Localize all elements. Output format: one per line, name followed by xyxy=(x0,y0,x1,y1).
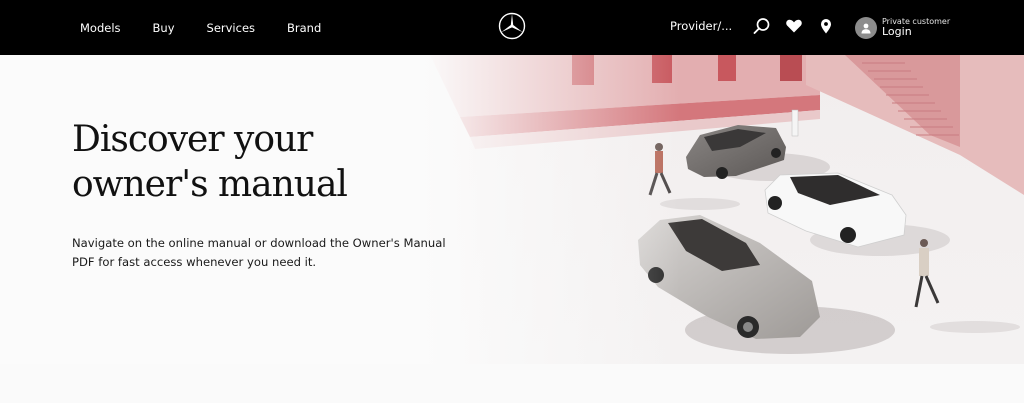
user-icon xyxy=(855,17,877,39)
nav-buy[interactable]: Buy xyxy=(153,21,175,35)
top-navigation-bar: Models Buy Services Brand Provider/... P… xyxy=(0,0,1024,55)
login-label[interactable]: Login xyxy=(882,26,950,39)
hero-description: Navigate on the online manual or downloa… xyxy=(72,236,446,269)
hero-section: Discover your owner's manual Navigate on… xyxy=(0,55,1024,364)
main-nav: Models Buy Services Brand xyxy=(80,0,353,55)
page-content-area xyxy=(0,364,1024,403)
location-pin-icon[interactable] xyxy=(816,16,836,36)
mercedes-star-logo[interactable] xyxy=(498,12,526,40)
provider-link[interactable]: Provider/... xyxy=(670,19,732,33)
nav-services[interactable]: Services xyxy=(207,21,256,35)
nav-brand[interactable]: Brand xyxy=(287,21,321,35)
heart-icon[interactable] xyxy=(784,16,804,36)
hero-image xyxy=(0,55,1024,364)
search-icon[interactable] xyxy=(752,16,772,36)
nav-models[interactable]: Models xyxy=(80,21,121,35)
account-login[interactable]: Private customer Login xyxy=(855,13,950,43)
page-title: Discover your owner's manual xyxy=(72,119,348,205)
